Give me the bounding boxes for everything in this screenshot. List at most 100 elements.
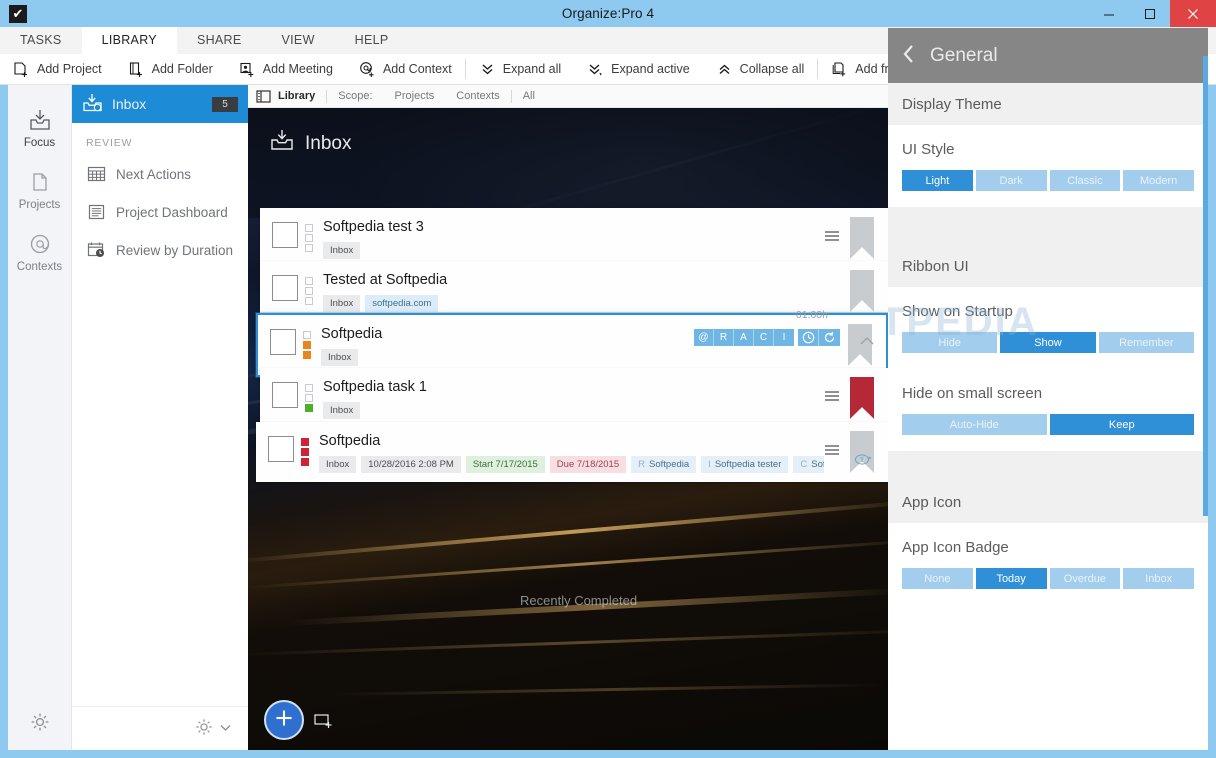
raci-action-icons <box>798 329 840 346</box>
task-checkbox[interactable] <box>272 382 298 408</box>
chevron-down-icon[interactable] <box>219 721 232 737</box>
raci-r[interactable]: R <box>714 329 734 346</box>
left-rail: Focus Projects Contexts <box>8 85 72 750</box>
add-note-icon[interactable] <box>314 713 334 733</box>
priority-indicator <box>301 438 309 466</box>
scope-option-contexts[interactable]: Contexts <box>445 90 510 102</box>
add-project-button[interactable]: Add Project <box>0 54 115 85</box>
tab-library[interactable]: LIBRARY <box>81 27 177 54</box>
task-checkbox[interactable] <box>268 436 294 462</box>
calendar-clock-icon <box>86 241 106 259</box>
option-remember[interactable]: Remember <box>1098 332 1194 353</box>
add-folder-button[interactable]: Add Folder <box>115 54 226 85</box>
rail-item-projects[interactable]: Projects <box>8 159 72 221</box>
sidebar-item-project-dashboard[interactable]: Project Dashboard <box>72 193 248 231</box>
raci-a[interactable]: A <box>734 329 754 346</box>
option-show[interactable]: Show <box>1000 332 1096 353</box>
close-icon[interactable] <box>1170 0 1216 27</box>
rail-label-projects: Projects <box>18 199 61 211</box>
task-duration: 01:00h <box>795 308 828 321</box>
task-checkbox[interactable] <box>270 329 296 355</box>
role-letter: I <box>708 458 711 470</box>
option-light[interactable]: Light <box>902 170 973 191</box>
task-row[interactable]: Softpedia Inbox 10/28/2016 2:08 PM Start… <box>256 422 888 482</box>
flag-icon[interactable] <box>850 216 874 259</box>
raci-i[interactable]: I <box>774 329 794 346</box>
option-none[interactable]: None <box>902 568 973 589</box>
tab-tasks[interactable]: TASKS <box>0 27 82 54</box>
sidebar-item-next-actions[interactable]: Next Actions <box>72 155 248 193</box>
task-checkbox[interactable] <box>272 222 298 248</box>
list-menu-icon[interactable] <box>824 230 840 245</box>
flag-icon[interactable] <box>850 376 874 419</box>
add-context-label: Add Context <box>382 62 452 76</box>
gear-icon[interactable] <box>194 717 214 740</box>
title-bar: ✔ Organize:Pro 4 <box>0 0 1216 27</box>
add-task-fab[interactable] <box>264 700 304 740</box>
text-marker-icon[interactable]: T <box>854 453 872 469</box>
raci-c[interactable]: C <box>754 329 774 346</box>
task-row[interactable]: Softpedia task 1 Inbox <box>260 368 888 428</box>
raci-letters[interactable]: @ R A C I <box>694 329 794 346</box>
tab-view[interactable]: VIEW <box>261 27 335 54</box>
task-tag-start: Start 7/17/2015 <box>465 455 545 473</box>
rail-item-focus[interactable]: Focus <box>8 97 72 159</box>
chevron-left-icon[interactable] <box>902 44 916 67</box>
option-dark[interactable]: Dark <box>975 170 1047 191</box>
add-context-button[interactable]: Add Context <box>346 54 465 85</box>
add-folder-label: Add Folder <box>151 62 213 76</box>
option-auto-hide[interactable]: Auto-Hide <box>902 414 1047 435</box>
setting-hide-on-small-screen: Hide on small screen Auto-Hide Keep <box>888 369 1208 451</box>
task-row[interactable]: Softpedia test 3 Inbox <box>260 208 888 268</box>
option-hide[interactable]: Hide <box>902 332 998 353</box>
option-today[interactable]: Today <box>975 568 1047 589</box>
gear-icon <box>29 713 51 736</box>
option-keep[interactable]: Keep <box>1049 414 1194 435</box>
priority-indicator <box>305 277 313 305</box>
repeat-icon[interactable] <box>819 329 840 346</box>
option-overdue[interactable]: Overdue <box>1049 568 1121 589</box>
task-row[interactable]: Tested at Softpedia Inbox softpedia.com <box>260 261 888 321</box>
flag-icon[interactable] <box>850 269 874 312</box>
panel-scrollbar[interactable] <box>1203 56 1208 516</box>
tab-help[interactable]: HELP <box>334 27 409 54</box>
task-checkbox[interactable] <box>272 275 298 301</box>
inbox-icon <box>270 129 295 158</box>
sidebar-item-review-by-duration[interactable]: Review by Duration <box>72 231 248 269</box>
option-classic[interactable]: Classic <box>1049 170 1121 191</box>
chevron-up-icon[interactable] <box>860 334 874 349</box>
collapse-all-button[interactable]: Collapse all <box>703 54 818 85</box>
settings-spacer <box>888 207 1208 245</box>
library-view-icon <box>256 89 272 103</box>
add-meeting-button[interactable]: Add Meeting <box>226 54 346 85</box>
task-tags: Inbox softpedia.com <box>323 294 850 312</box>
scope-option-projects[interactable]: Projects <box>384 90 446 102</box>
maximize-icon[interactable] <box>1129 0 1170 27</box>
setting-ui-style: UI Style Light Dark Classic Modern <box>888 125 1208 207</box>
list-menu-icon[interactable] <box>824 444 840 459</box>
rail-settings-button[interactable] <box>29 711 51 750</box>
scope-library-label[interactable]: Library <box>272 90 326 102</box>
expand-all-button[interactable]: Expand all <box>466 54 574 85</box>
scope-option-all[interactable]: All <box>512 90 546 102</box>
clock-icon[interactable] <box>798 329 819 346</box>
add-folder-icon <box>128 61 145 78</box>
rail-item-contexts[interactable]: Contexts <box>8 221 72 283</box>
tab-share[interactable]: SHARE <box>176 27 262 54</box>
expand-active-button[interactable]: Expand active <box>574 54 703 85</box>
add-meeting-label: Add Meeting <box>262 62 333 76</box>
projects-icon <box>8 167 72 197</box>
raci-at[interactable]: @ <box>694 329 714 346</box>
minimize-icon[interactable] <box>1088 0 1129 27</box>
inbox-icon <box>82 93 103 116</box>
sidebar-item-inbox-label: Inbox <box>112 96 147 112</box>
list-menu-icon[interactable] <box>824 390 840 405</box>
task-body: Softpedia task 1 Inbox <box>313 368 824 428</box>
setting-label-show-on-startup: Show on Startup <box>902 303 1013 320</box>
option-inbox[interactable]: Inbox <box>1123 568 1194 589</box>
task-actions <box>850 269 888 312</box>
add-from-template-icon <box>831 61 848 78</box>
option-modern[interactable]: Modern <box>1123 170 1194 191</box>
task-actions <box>824 216 888 259</box>
sidebar-item-inbox[interactable]: Inbox 5 <box>72 85 248 123</box>
